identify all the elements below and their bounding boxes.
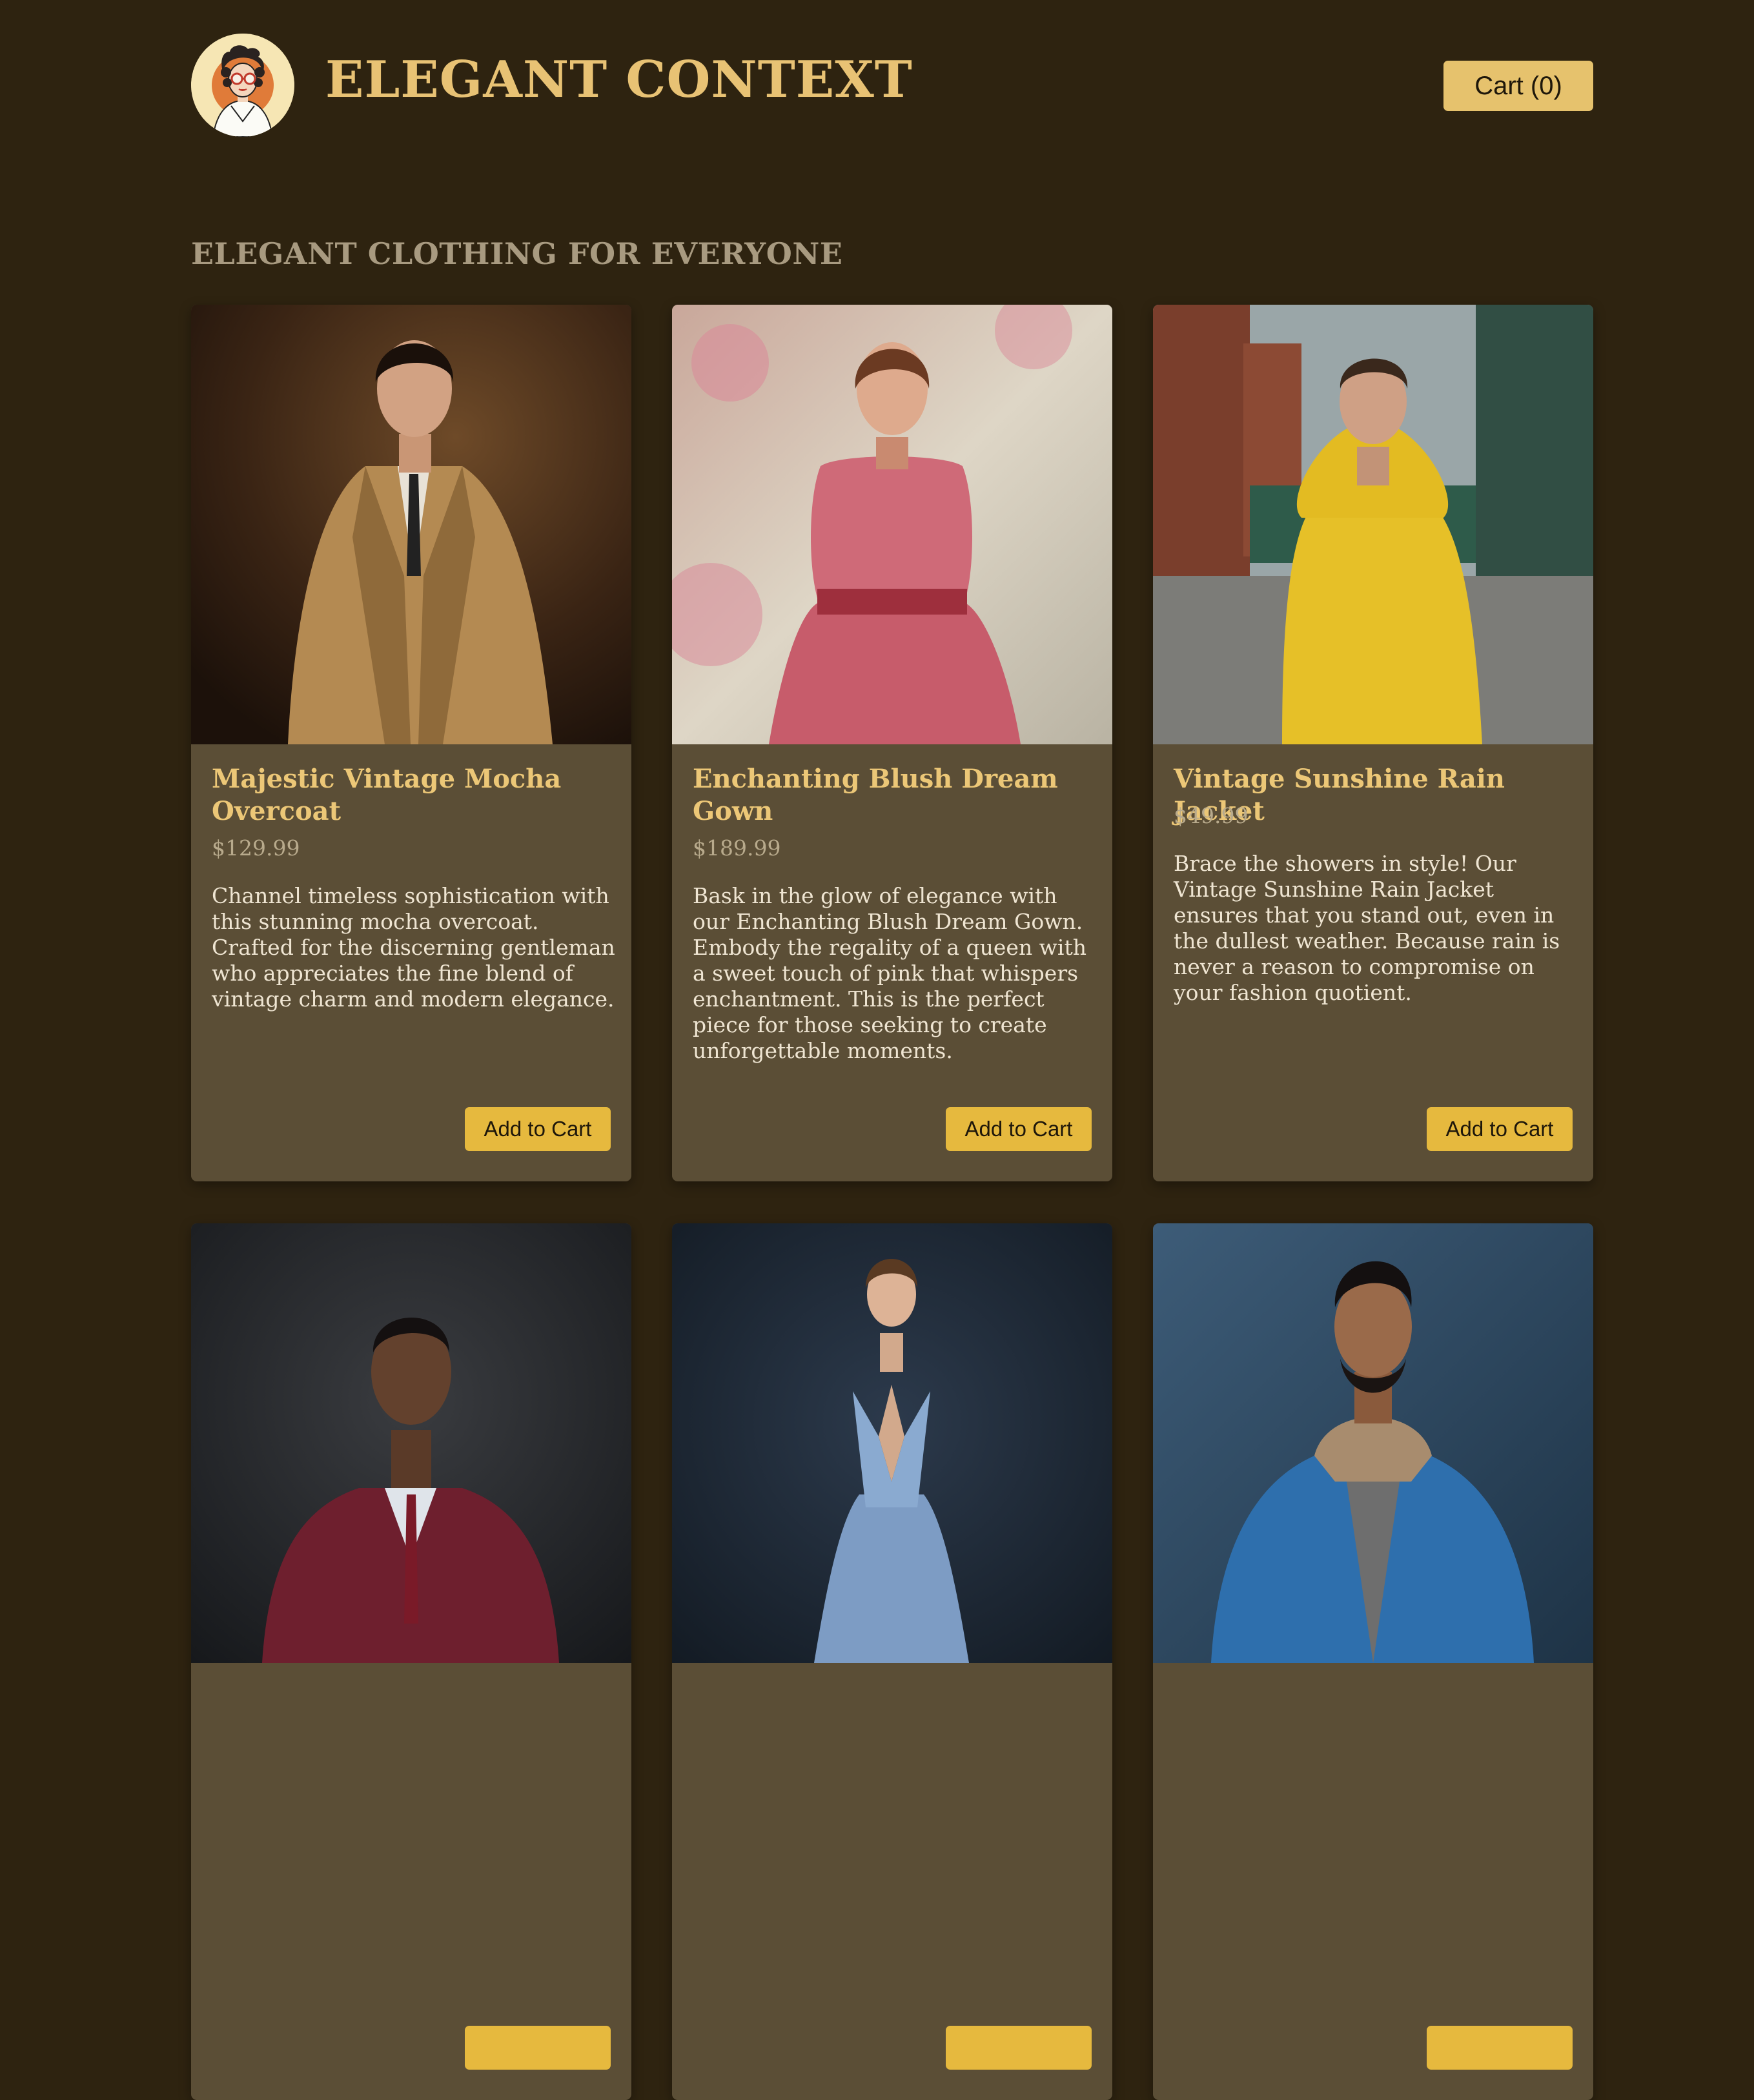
product-card: Enchanting Blush Dream Gown $189.99 Bask… (672, 305, 1112, 1181)
add-to-cart-button[interactable] (465, 2026, 611, 2070)
product-card: Majestic Vintage Mocha Overcoat $129.99 … (191, 305, 631, 1181)
product-image[interactable] (191, 1223, 631, 1663)
product-description: Brace the showers in style! Our Vintage … (1174, 851, 1560, 1005)
add-to-cart-button[interactable] (1427, 2026, 1573, 2070)
product-card (1153, 1223, 1593, 2100)
product-image[interactable] (191, 305, 631, 744)
product-card (672, 1223, 1112, 2100)
product-name[interactable]: Enchanting Blush Dream Gown (693, 763, 1093, 828)
product-name[interactable]: Majestic Vintage Mocha Overcoat (212, 763, 612, 828)
site-title: ELEGANT CONTEXT (325, 50, 913, 109)
product-price: $129.99 (212, 835, 300, 861)
cart-button[interactable]: Cart (0) (1443, 61, 1593, 111)
add-to-cart-button[interactable]: Add to Cart (1427, 1107, 1573, 1151)
product-image[interactable] (1153, 305, 1593, 744)
section-title: ELEGANT CLOTHING FOR EVERYONE (191, 236, 843, 271)
product-image[interactable] (1153, 1223, 1593, 1663)
logo[interactable] (191, 34, 294, 137)
product-image[interactable] (672, 1223, 1112, 1663)
vintage-woman-logo-icon (191, 34, 294, 137)
product-price: $49.99 (1174, 803, 1249, 828)
product-description: Channel timeless sophistication with thi… (212, 883, 615, 1012)
add-to-cart-button[interactable] (946, 2026, 1092, 2070)
add-to-cart-button[interactable]: Add to Cart (946, 1107, 1092, 1151)
product-card (191, 1223, 631, 2100)
product-description: Bask in the glow of elegance with our En… (693, 883, 1087, 1063)
add-to-cart-button[interactable]: Add to Cart (465, 1107, 611, 1151)
site-header: ELEGANT CONTEXT Cart (0) (0, 0, 1754, 174)
product-price: $189.99 (693, 835, 781, 861)
product-card: Vintage Sunshine Rain Jacket $49.99 Brac… (1153, 305, 1593, 1181)
product-image[interactable] (672, 305, 1112, 744)
